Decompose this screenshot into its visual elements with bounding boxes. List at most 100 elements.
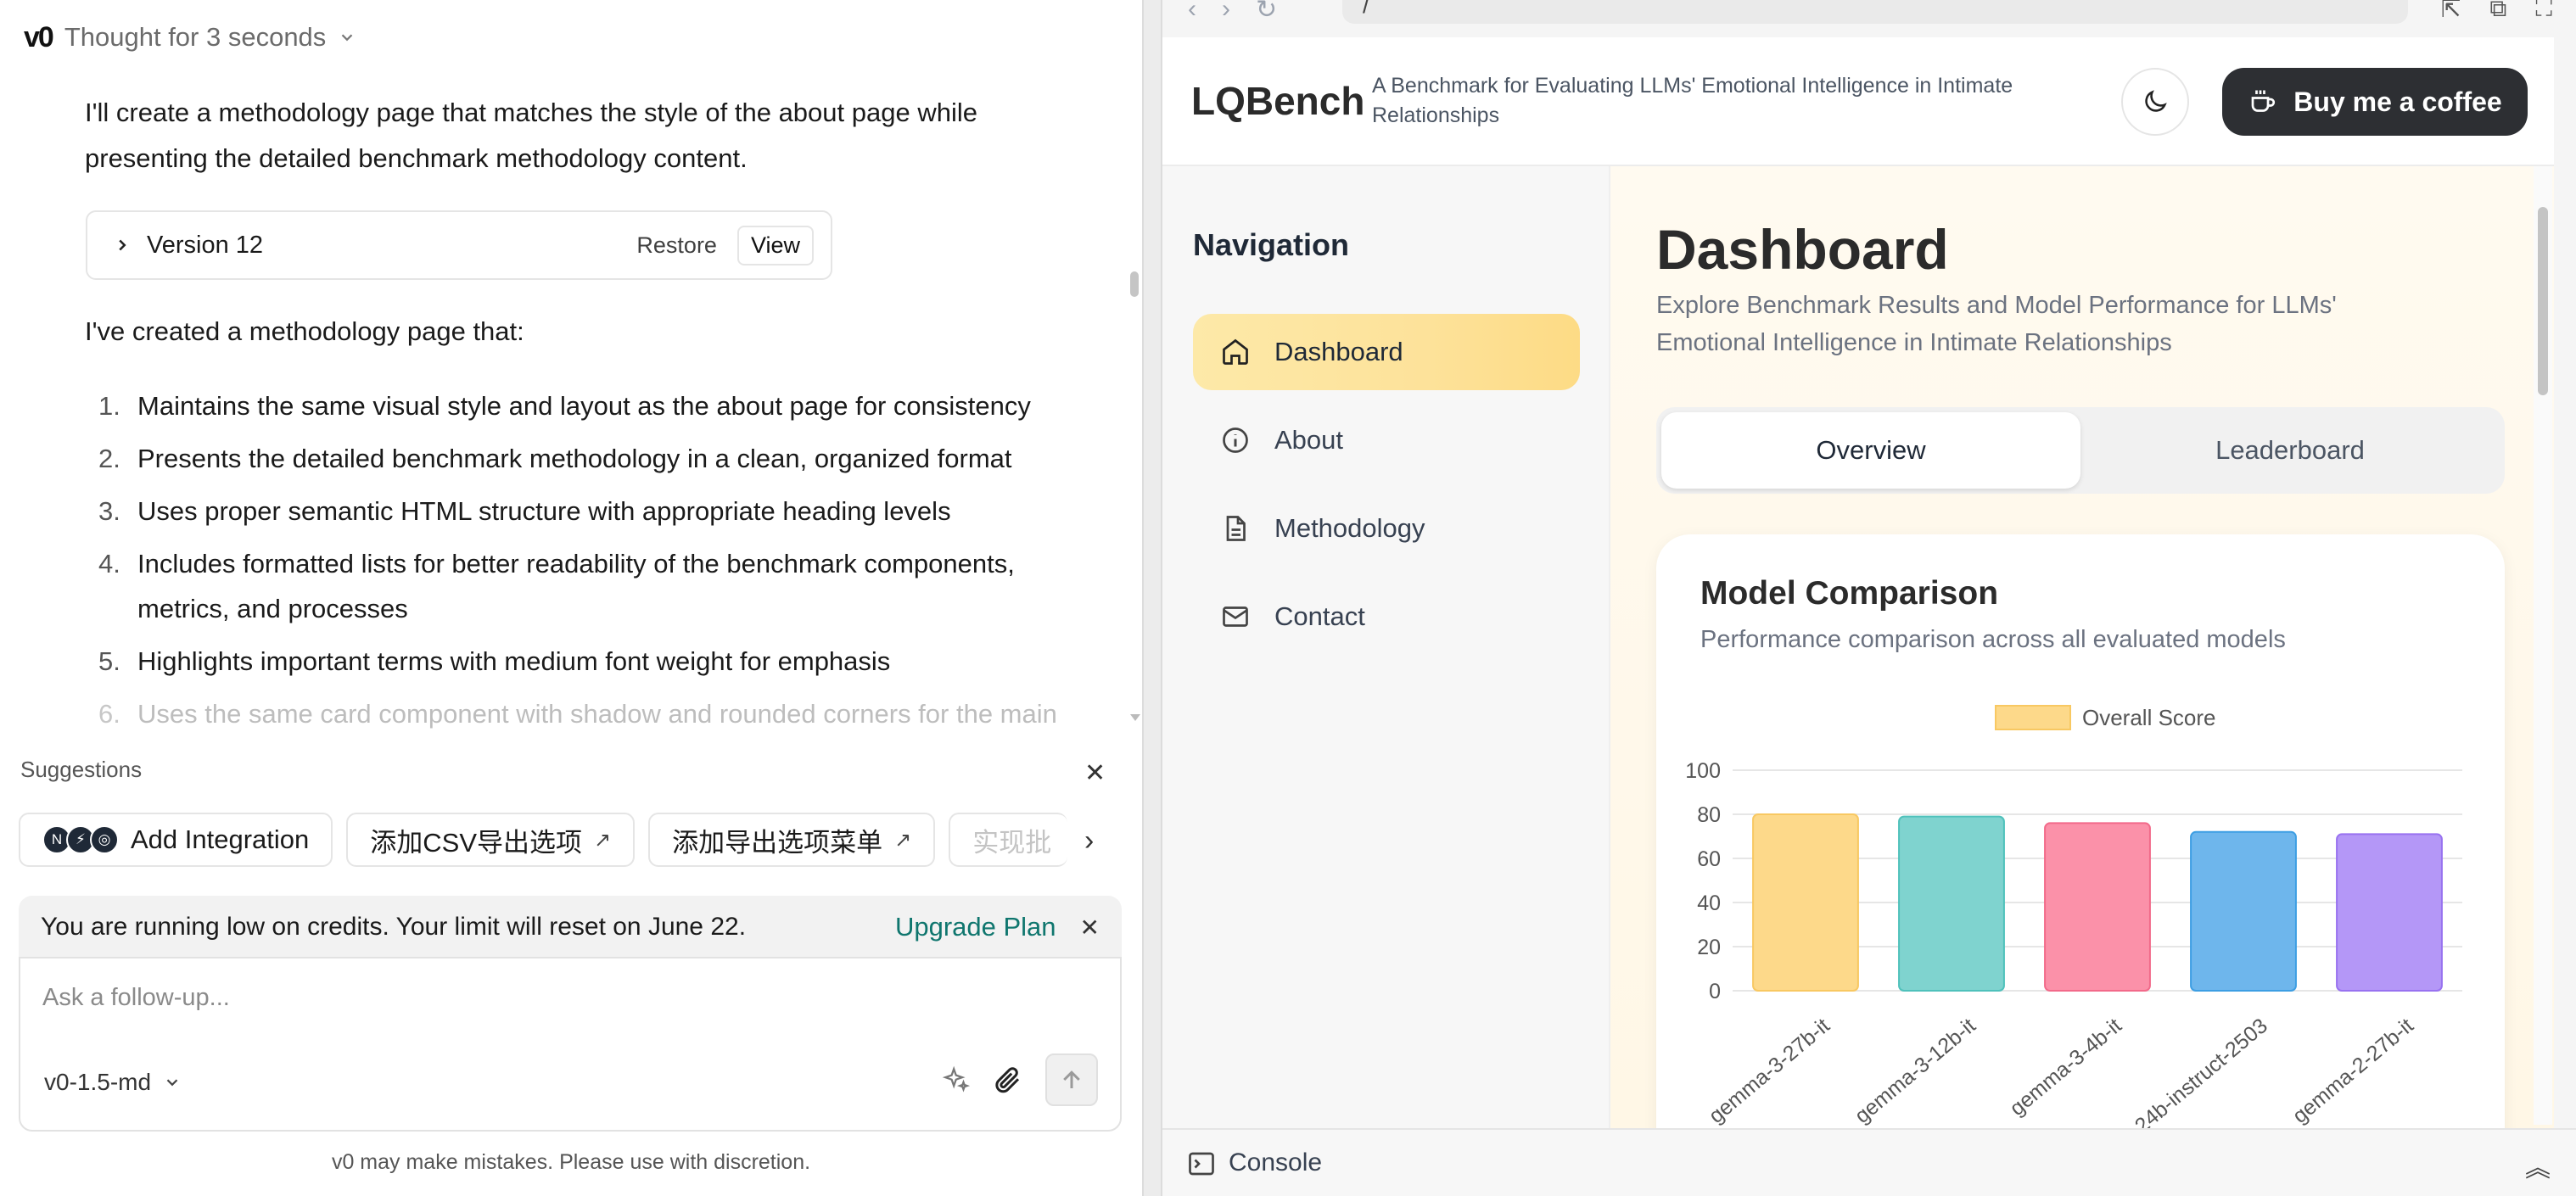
card-title: Model Comparison <box>1700 575 1999 612</box>
view-button[interactable]: View <box>736 225 814 265</box>
chat-panel: v0 Thought for 3 seconds I'll create a m… <box>0 0 1142 1196</box>
list-item: 3. Uses proper semantic HTML structure wi… <box>98 496 951 526</box>
tab-overview[interactable]: Overview <box>1661 412 2080 489</box>
console-bar[interactable]: Console ︽ <box>1162 1128 2576 1196</box>
scroll-down-arrow[interactable] <box>1130 714 1140 721</box>
y-tick-label: 40 <box>1697 891 1721 915</box>
preview-panel: ‹ › ↻ / ⇱ ⧉ ⛶ LQBench A Benchmark for Ev… <box>1162 0 2576 1196</box>
suggestions-bar: Suggestions ✕ N ⚡ ◎ Add Integration 添加CSV导… <box>0 746 1142 895</box>
nav-title: Navigation <box>1193 227 1350 262</box>
assistant-intro: I'll create a methodology page that matc… <box>85 98 977 173</box>
bar <box>2190 830 2297 992</box>
tab-list: Overview Leaderboard <box>1656 407 2505 494</box>
x-tick-label: 24b-instruct-2503 <box>2131 1014 2272 1138</box>
credits-message: You are running low on credits. Your lim… <box>41 913 747 941</box>
suggestion-chip[interactable]: 添加导出选项菜单 ↗ <box>648 813 936 867</box>
terminal-icon <box>1189 1152 1214 1176</box>
x-tick-label: gemma-2-27b-it <box>2288 1014 2418 1128</box>
version-card[interactable]: Version 12 Restore View <box>86 210 832 280</box>
thought-toggle[interactable]: v0 Thought for 3 seconds <box>24 19 356 56</box>
suggestion-chip[interactable]: 添加CSV导出选项 ↗ <box>346 813 636 867</box>
follow-up-input[interactable]: Ask a follow-up... <box>42 984 230 1012</box>
chevrons-up-icon[interactable]: ︽ <box>2525 1147 2551 1184</box>
site-tagline: A Benchmark for Evaluating LLMs' Emotion… <box>1372 74 2013 127</box>
sparkles-icon[interactable] <box>942 1065 971 1094</box>
list-item: 5. Highlights important terms with medium… <box>98 646 891 676</box>
close-icon[interactable]: ✕ <box>1080 914 1100 942</box>
composer: Ask a follow-up... v0-1.5-md <box>19 957 1122 1132</box>
bar <box>1752 813 1859 992</box>
back-icon[interactable]: ‹ <box>1188 0 1196 25</box>
suggestion-chip[interactable]: 实现批 <box>949 813 1068 867</box>
chevron-down-icon <box>342 34 353 42</box>
summary-list: 1. Maintains the same visual style and la… <box>85 383 1103 744</box>
mail-icon <box>1223 606 1248 627</box>
buy-coffee-button[interactable]: Buy me a coffee <box>2222 68 2528 136</box>
nav-item-contact[interactable]: Contact <box>1193 578 1580 655</box>
tab-leaderboard[interactable]: Leaderboard <box>2080 412 2500 489</box>
legend-swatch <box>1995 705 2071 730</box>
v0-logo: v0 <box>24 20 54 53</box>
coffee-icon <box>2251 90 2276 112</box>
restore-button[interactable]: Restore <box>636 232 717 259</box>
refresh-icon[interactable]: ↻ <box>1256 0 1277 25</box>
paperclip-icon[interactable] <box>993 1065 1023 1095</box>
dashboard-main: Dashboard Explore Benchmark Results and … <box>1610 166 2554 1179</box>
bar <box>1898 815 2005 992</box>
credits-banner: You are running low on credits. Your lim… <box>19 896 1122 958</box>
close-icon[interactable]: ✕ <box>1084 758 1106 788</box>
open-new-tab-icon[interactable]: ⧉ <box>2489 0 2506 23</box>
card-description: Performance comparison across all evalua… <box>1700 626 2286 653</box>
y-tick-label: 20 <box>1697 936 1721 959</box>
panel-resizer[interactable] <box>1142 0 1162 1196</box>
list-item: 4. Includes formatted lists for better re… <box>98 549 1015 623</box>
send-button[interactable] <box>1045 1053 1098 1106</box>
nav-item-dashboard[interactable]: Dashboard <box>1193 314 1580 390</box>
model-comparison-card: Model Comparison Performance comparison … <box>1656 534 2505 1179</box>
preview-scrollbar[interactable] <box>2534 166 2552 1125</box>
browser-toolbar: ‹ › ↻ / ⇱ ⧉ ⛶ <box>1162 0 2576 37</box>
site-sidebar: Navigation Dashboard About Methodology C… <box>1162 166 1610 1128</box>
add-integration-chip[interactable]: N ⚡ ◎ Add Integration <box>19 813 333 867</box>
integration-icons: N ⚡ ◎ <box>42 825 119 854</box>
x-tick-label: gemma-3-27b-it <box>1705 1014 1834 1128</box>
site-page: LQBench A Benchmark for Evaluating LLMs'… <box>1162 37 2554 1179</box>
x-tick-label: gemma-3-12b-it <box>1851 1014 1980 1128</box>
site-brand[interactable]: LQBench <box>1191 78 1364 124</box>
assistant-summary: I've created a methodology page that: <box>85 316 524 346</box>
moon-icon <box>2145 90 2167 112</box>
site-header: LQBench A Benchmark for Evaluating LLMs'… <box>1162 37 2554 166</box>
theme-toggle-button[interactable] <box>2121 68 2189 136</box>
y-tick-label: 100 <box>1685 759 1721 783</box>
thought-label: Thought for 3 seconds <box>64 22 327 52</box>
arrow-up-right-icon: ↗ <box>894 828 912 852</box>
suggestions-label: Suggestions <box>20 757 143 782</box>
home-icon <box>1223 338 1248 365</box>
y-tick-label: 80 <box>1697 803 1721 827</box>
bar <box>2336 833 2443 992</box>
info-icon <box>1223 428 1248 453</box>
chat-scrollbar[interactable] <box>1130 271 1139 297</box>
forward-icon[interactable]: › <box>1222 0 1230 25</box>
chevron-right-icon <box>119 239 126 251</box>
arrow-up-right-icon: ↗ <box>594 828 612 852</box>
upgrade-plan-link[interactable]: Upgrade Plan <box>895 912 1056 942</box>
y-tick-label: 0 <box>1709 980 1721 1003</box>
fullscreen-icon[interactable]: ⛶ <box>2535 0 2552 23</box>
legend-label: Overall Score <box>2082 705 2216 730</box>
nav-item-methodology[interactable]: Methodology <box>1193 490 1580 567</box>
list-item: 6. Uses the same card component with shad… <box>98 699 1057 729</box>
page-title: Dashboard <box>1656 218 1949 281</box>
scrollbar-thumb[interactable] <box>2538 207 2548 395</box>
model-selector[interactable]: v0-1.5-md <box>44 1069 182 1096</box>
disclaimer: v0 may make mistakes. Please use with di… <box>331 1150 811 1174</box>
list-item: 2. Presents the detailed benchmark method… <box>98 444 1012 473</box>
nav-item-about[interactable]: About <box>1193 402 1580 478</box>
url-bar[interactable]: / <box>1342 0 2408 24</box>
chevron-right-icon[interactable]: › <box>1084 824 1094 858</box>
model-comparison-chart: Overall Score020406080100gemma-3-27b-it g… <box>1685 705 2462 1138</box>
cursor-select-icon[interactable]: ⇱ <box>2441 0 2461 23</box>
chevron-down-icon <box>166 1079 178 1087</box>
console-label: Console <box>1229 1148 1323 1176</box>
list-item: 1. Maintains the same visual style and la… <box>98 391 1031 421</box>
